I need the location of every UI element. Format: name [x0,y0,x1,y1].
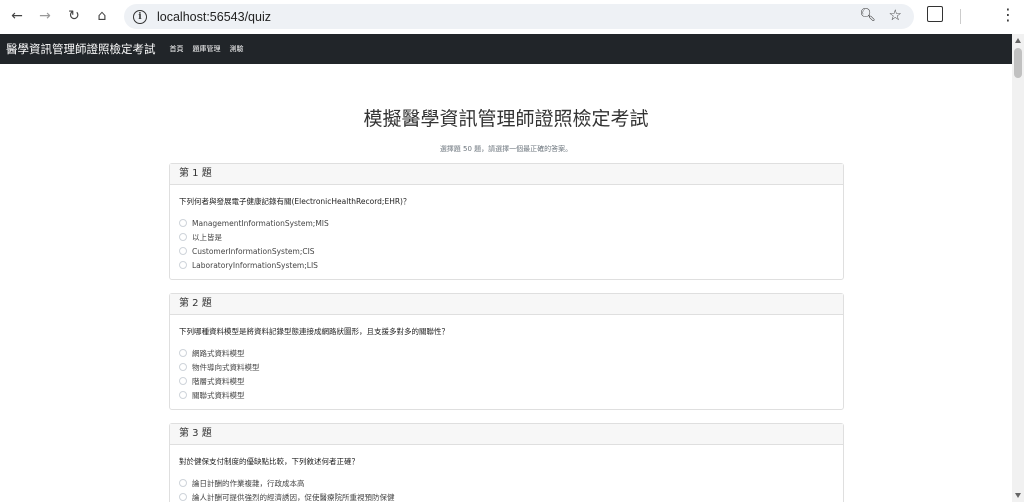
radio-button[interactable] [179,349,187,357]
home-icon[interactable]: ⌂ [91,5,113,27]
scroll-up-arrow-icon[interactable] [1015,38,1021,43]
address-bar[interactable]: i localhost:56543/quiz 🔍︎ ☆ [124,4,914,29]
bookmark-star-icon[interactable]: ☆ [889,6,902,24]
answer-option[interactable]: 論人計酬可提供強烈的經濟誘因，促使醫療院所重視預防保健 [179,490,834,502]
question-header: 第 2 題 [170,294,843,315]
radio-button[interactable] [179,363,187,371]
radio-button[interactable] [179,391,187,399]
main-content: 模擬醫學資訊管理師證照檢定考試 選擇題 50 題，請選擇一個最正確的答案。 第 … [0,64,1012,502]
radio-button[interactable] [179,261,187,269]
site-navbar: 醫學資訊管理師證照檢定考試 首頁 題庫管理 測驗 [0,34,1012,64]
back-arrow-icon[interactable]: ← [6,5,28,27]
answer-option[interactable]: 物件導向式資料模型 [179,360,834,374]
url-text[interactable]: localhost:56543/quiz [157,10,271,24]
nav-link-home[interactable]: 首頁 [170,44,184,54]
question-card: 第 2 題 下列哪種資料模型是將資料記錄型態連接成網路狀圖形，且支援多對多的關聯… [169,293,844,410]
nav-link-question-bank[interactable]: 題庫管理 [193,44,221,54]
question-text: 對於健保支付制度的優缺點比較，下列敘述何者正確？ [179,457,359,466]
page-subtitle: 選擇題 50 題，請選擇一個最正確的答案。 [439,145,573,153]
option-label[interactable]: 論日計酬的作業複雜，行政成本高 [192,478,305,489]
navbar-brand[interactable]: 醫學資訊管理師證照檢定考試 [6,41,156,57]
kebab-menu-icon[interactable]: ⋮ [1000,5,1016,25]
option-label[interactable]: CustomerInformationSystem;CIS [192,247,315,256]
question-text: 下列哪種資料模型是將資料記錄型態連接成網路狀圖形，且支援多對多的關聯性？ [179,327,449,336]
question-header: 第 3 題 [170,424,843,445]
scrollbar-thumb[interactable] [1014,48,1022,78]
page-scrollbar[interactable] [1012,34,1024,502]
radio-button[interactable] [179,377,187,385]
option-label[interactable]: ManagementInformationSystem;MIS [192,219,329,228]
option-label[interactable]: 網路式資料模型 [192,348,245,359]
option-label[interactable]: 物件導向式資料模型 [192,362,260,373]
option-label[interactable]: 關聯式資料模型 [192,390,245,401]
answer-option[interactable]: 以上皆是 [179,230,834,244]
answer-option[interactable]: CustomerInformationSystem;CIS [179,244,834,258]
answer-option[interactable]: 網路式資料模型 [179,346,834,360]
extensions-icon[interactable] [927,6,943,22]
answer-option[interactable]: 論日計酬的作業複雜，行政成本高 [179,476,834,490]
zoom-icon[interactable]: 🔍︎ [859,8,876,23]
option-label[interactable]: 以上皆是 [192,232,222,243]
answer-option[interactable]: 階層式資料模型 [179,374,834,388]
question-card: 第 1 題 下列何者與發展電子健康記錄有關(ElectronicHealthRe… [169,163,844,280]
radio-button[interactable] [179,247,187,255]
option-label[interactable]: 論人計酬可提供強烈的經濟誘因，促使醫療院所重視預防保健 [192,492,395,502]
answer-option[interactable]: LaboratoryInformationSystem;LIS [179,258,834,272]
radio-button[interactable] [179,479,187,487]
reload-icon[interactable]: ↻ [63,5,85,27]
question-header: 第 1 題 [170,164,843,185]
answer-option[interactable]: 關聯式資料模型 [179,388,834,402]
scroll-down-arrow-icon[interactable] [1015,493,1021,498]
question-card: 第 3 題 對於健保支付制度的優缺點比較，下列敘述何者正確？ 論日計酬的作業複雜… [169,423,844,502]
radio-button[interactable] [179,233,187,241]
page-title: 模擬醫學資訊管理師證照檢定考試 [363,108,649,130]
site-info-icon[interactable]: i [133,9,147,24]
option-label[interactable]: LaboratoryInformationSystem;LIS [192,261,318,270]
nav-link-quiz[interactable]: 測驗 [230,44,244,54]
forward-arrow-icon[interactable]: → [34,5,56,27]
answer-option[interactable]: ManagementInformationSystem;MIS [179,216,834,230]
radio-button[interactable] [179,493,187,501]
browser-toolbar: ← → ↻ ⌂ i localhost:56543/quiz 🔍︎ ☆ ⋮ [0,0,1024,34]
option-label[interactable]: 階層式資料模型 [192,376,245,387]
toolbar-divider [960,9,961,24]
radio-button[interactable] [179,219,187,227]
question-text: 下列何者與發展電子健康記錄有關(ElectronicHealthRecord;E… [179,197,411,206]
